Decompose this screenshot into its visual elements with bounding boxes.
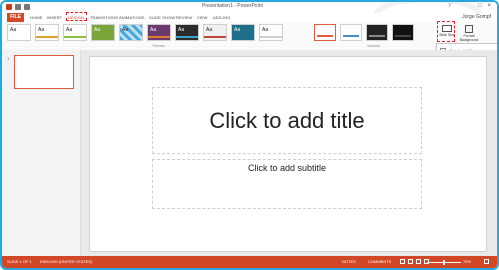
save-icon[interactable] bbox=[15, 4, 21, 10]
powerpoint-logo-icon bbox=[6, 4, 12, 10]
close-button[interactable]: × bbox=[487, 3, 491, 9]
theme-3[interactable]: Aa bbox=[63, 24, 87, 41]
view-buttons bbox=[400, 259, 429, 264]
ribbon: Aa Aa Aa Aa Aa Aa Aa Aa Aa Aa Themes Var… bbox=[2, 22, 497, 51]
slide-sorter-icon[interactable] bbox=[408, 259, 413, 264]
quick-access-toolbar bbox=[6, 4, 30, 10]
slide-editor: Click to add title Click to add subtitle bbox=[81, 50, 497, 256]
slide-canvas: Click to add title Click to add subtitle bbox=[89, 56, 487, 252]
slide-thumbnail[interactable] bbox=[14, 55, 74, 89]
status-bar: SLIDE 1 OF 1 ENGLISH (UNITED STATES) NOT… bbox=[2, 256, 497, 268]
language-indicator[interactable]: ENGLISH (UNITED STATES) bbox=[40, 259, 92, 264]
theme-2[interactable]: Aa bbox=[35, 24, 59, 41]
title-placeholder[interactable]: Click to add title bbox=[152, 87, 422, 154]
variant-2[interactable] bbox=[340, 24, 362, 41]
variant-3[interactable] bbox=[366, 24, 388, 41]
format-background-icon bbox=[465, 25, 473, 33]
tab-transitions[interactable]: TRANSITIONS bbox=[90, 14, 118, 21]
zoom-level[interactable]: 70% bbox=[463, 259, 471, 264]
theme-9[interactable]: Aa bbox=[231, 24, 255, 41]
tab-view[interactable]: VIEW bbox=[197, 14, 208, 21]
design-tab-highlight bbox=[66, 12, 87, 21]
slide-thumbnail-pane: 1 bbox=[2, 50, 81, 256]
fit-to-window-icon[interactable] bbox=[484, 259, 489, 264]
zoom-slider-thumb[interactable] bbox=[443, 260, 445, 265]
normal-view-icon[interactable] bbox=[400, 259, 405, 264]
theme-6[interactable]: Aa bbox=[147, 24, 171, 41]
theme-5[interactable]: Aa bbox=[119, 24, 143, 41]
tab-animations[interactable]: ANIMATIONS bbox=[119, 14, 145, 21]
tab-home[interactable]: HOME bbox=[30, 14, 42, 21]
theme-7[interactable]: Aa bbox=[175, 24, 199, 41]
themes-gallery: Aa Aa Aa Aa Aa Aa Aa Aa Aa Aa bbox=[7, 24, 283, 41]
window-title: Presentation1 - PowerPoint bbox=[202, 3, 263, 9]
undo-icon[interactable] bbox=[24, 4, 30, 10]
variants-group-label: Variants bbox=[367, 44, 380, 48]
variant-4[interactable] bbox=[392, 24, 414, 41]
theme-4[interactable]: Aa bbox=[91, 24, 115, 41]
tab-slide-show[interactable]: SLIDE SHOW bbox=[149, 14, 175, 21]
notes-button[interactable]: NOTES bbox=[342, 259, 356, 264]
tab-insert[interactable]: INSERT bbox=[47, 14, 62, 21]
theme-8[interactable]: Aa bbox=[203, 24, 227, 41]
variants-gallery bbox=[314, 24, 414, 41]
theme-office[interactable]: Aa bbox=[7, 24, 31, 41]
slide-counter: SLIDE 1 OF 1 bbox=[7, 259, 32, 264]
tab-add-ins[interactable]: ADD-INS bbox=[213, 14, 230, 21]
themes-group-label: Themes bbox=[152, 44, 165, 48]
user-account[interactable]: Jorge Gompf bbox=[462, 14, 491, 20]
powerpoint-window: Presentation1 - PowerPoint ? – □ × FILE … bbox=[0, 0, 499, 270]
subtitle-placeholder[interactable]: Click to add subtitle bbox=[152, 159, 422, 209]
comments-button[interactable]: COMMENTS bbox=[368, 259, 391, 264]
slide-number: 1 bbox=[7, 56, 10, 61]
slide-size-highlight bbox=[437, 21, 455, 42]
theme-10[interactable]: Aa bbox=[259, 24, 283, 41]
tab-file[interactable]: FILE bbox=[7, 13, 24, 22]
tab-review[interactable]: REVIEW bbox=[176, 14, 192, 21]
reading-view-icon[interactable] bbox=[416, 259, 421, 264]
variant-1[interactable] bbox=[314, 24, 336, 41]
